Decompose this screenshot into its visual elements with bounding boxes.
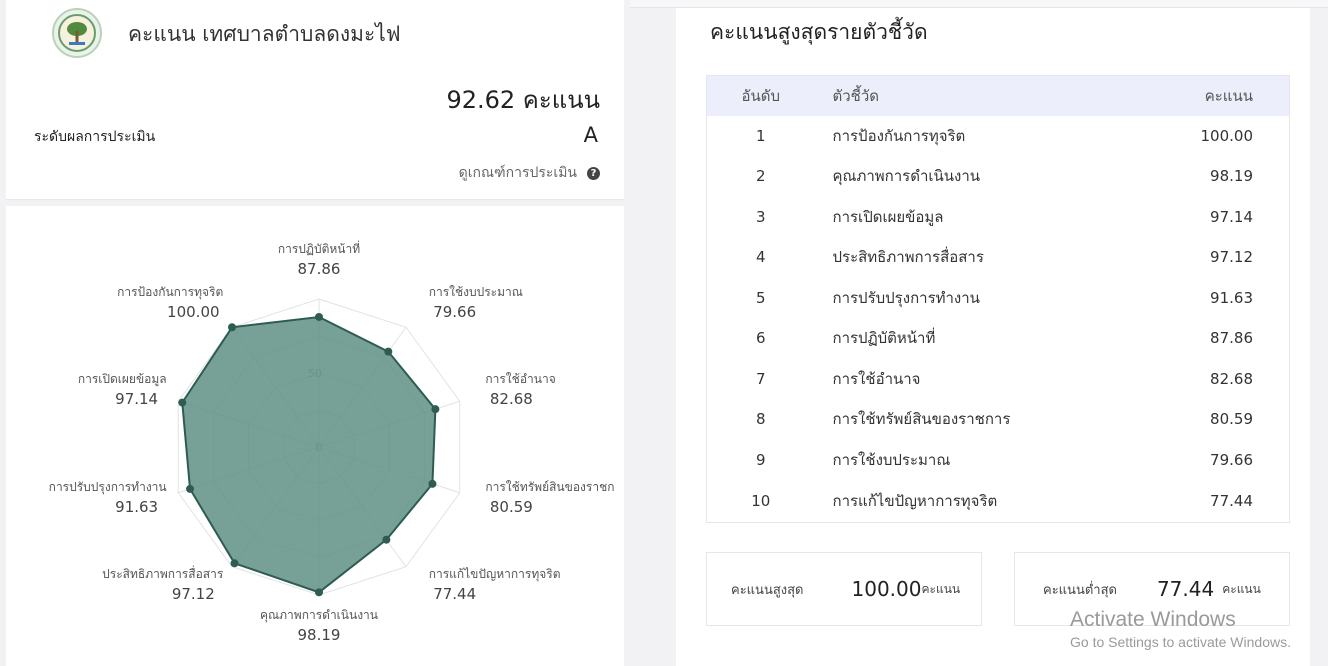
- radar-point: [315, 588, 323, 597]
- score-cell: 80.59: [1210, 410, 1253, 429]
- indicator-cell: การเปิดเผยข้อมูล: [832, 207, 944, 226]
- ranking-title: คะแนนสูงสุดรายตัวชี้วัด: [710, 20, 928, 44]
- header-indicator: ตัวชี้วัด: [832, 86, 880, 105]
- rank-cell: 10: [751, 491, 771, 510]
- radar-axis-value: 82.68: [490, 390, 533, 408]
- criteria-link[interactable]: ดูเกณฑ์การประเมิน ?: [459, 162, 600, 184]
- radar-axis-value: 87.86: [298, 260, 341, 278]
- table-row: 2 คุณภาพการดำเนินงาน 98.19: [707, 156, 1290, 197]
- radar-chart-card: 500การปฏิบัติหน้าที่87.86การใช้งบประมาณ7…: [6, 206, 624, 666]
- windows-activation-watermark: Activate Windows Go to Settings to activ…: [1070, 608, 1291, 650]
- score-cell: 82.68: [1210, 369, 1253, 388]
- table-row: 4 ประสิทธิภาพการสื่อสาร 97.12: [707, 237, 1290, 278]
- rank-cell: 1: [755, 126, 766, 145]
- radar-chart: 500การปฏิบัติหน้าที่87.86การใช้งบประมาณ7…: [49, 240, 615, 644]
- radar-axis-label: การปฏิบัติหน้าที่: [278, 240, 360, 256]
- max-score-label: คะแนนสูงสุด: [731, 582, 804, 598]
- radar-axis-label: การใช้อำนาจ: [485, 372, 555, 386]
- score-cell: 97.12: [1210, 248, 1253, 267]
- indicator-cell: ประสิทธิภาพการสื่อสาร: [832, 248, 984, 267]
- indicator-cell: การปรับปรุงการทำงาน: [832, 288, 980, 307]
- municipality-logo: [52, 8, 102, 58]
- table-row: 1 การป้องกันการทุจริต 100.00: [707, 116, 1290, 157]
- radar-axis-value: 97.14: [115, 390, 158, 408]
- min-score-unit: คะแนน: [1222, 581, 1261, 596]
- indicator-cell: การปฏิบัติหน้าที่: [832, 329, 936, 348]
- header-score: คะแนน: [1204, 86, 1253, 105]
- grade-value: A: [583, 123, 598, 147]
- score-cell: 91.63: [1210, 288, 1253, 307]
- score-cell: 97.14: [1210, 207, 1253, 226]
- radar-point: [178, 398, 187, 407]
- radar-point: [384, 347, 393, 356]
- radar-axis-label: การใช้งบประมาณ: [429, 285, 523, 299]
- radar-axis-value: 77.44: [433, 585, 476, 603]
- table-row: 9 การใช้งบประมาณ 79.66: [707, 440, 1290, 481]
- radar-axis-value: 79.66: [433, 303, 476, 321]
- score-cell: 100.00: [1200, 126, 1254, 145]
- min-score-label: คะแนนต่ำสุด: [1043, 582, 1117, 598]
- radar-axis-label: การเปิดเผยข้อมูล: [78, 372, 167, 387]
- rank-cell: 8: [755, 410, 766, 429]
- rank-cell: 5: [755, 288, 766, 307]
- indicator-cell: การแก้ไขปัญหาการทุจริต: [832, 491, 998, 510]
- top-divider: [630, 0, 1328, 8]
- rank-cell: 6: [755, 329, 766, 348]
- watermark-line1: Activate Windows: [1070, 608, 1236, 631]
- table-row: 7 การใช้อำนาจ 82.68: [707, 359, 1290, 400]
- radar-point: [382, 535, 391, 544]
- header-rank: อันดับ: [741, 86, 781, 105]
- grade-label: ระดับผลการประเมิน: [34, 129, 156, 145]
- criteria-link-label: ดูเกณฑ์การประเมิน: [458, 165, 577, 181]
- score-cell: 77.44: [1210, 491, 1253, 510]
- radar-point: [428, 479, 437, 488]
- score-cell: 87.86: [1210, 329, 1253, 348]
- indicator-cell: การป้องกันการทุจริต: [832, 126, 966, 145]
- ranking-table: อันดับ ตัวชี้วัด คะแนน 1 การป้องกันการทุจ…: [706, 75, 1290, 523]
- radar-axis-label: การป้องกันการทุจริต: [117, 285, 223, 300]
- ranking-card: คะแนนสูงสุดรายตัวชี้วัด อันดับ ตัวชี้วัด…: [676, 8, 1310, 666]
- min-score-value: 77.44: [1156, 577, 1215, 601]
- radar-point: [315, 312, 323, 321]
- rank-cell: 4: [755, 248, 766, 267]
- table-row: 3 การเปิดเผยข้อมูล 97.14: [707, 197, 1290, 238]
- radar-axis-value: 80.59: [490, 498, 533, 516]
- indicator-cell: การใช้งบประมาณ: [832, 450, 951, 469]
- score-summary-card: คะแนน เทศบาลตำบลดงมะไฟ 92.62 คะแนน ระดับ…: [6, 0, 624, 200]
- rank-cell: 2: [755, 167, 766, 186]
- rank-cell: 3: [755, 207, 766, 226]
- watermark-line2: Go to Settings to activate Windows.: [1070, 634, 1291, 650]
- score-cell: 79.66: [1210, 450, 1253, 469]
- radar-axis-label: ประสิทธิภาพการสื่อสาร: [102, 565, 224, 581]
- table-row: 5 การปรับปรุงการทำงาน 91.63: [707, 278, 1290, 319]
- radar-axis-label: คุณภาพการดำเนินงาน: [260, 608, 378, 623]
- radar-axis-label: การแก้ไขปัญหาการทุจริต: [429, 567, 561, 582]
- table-header-row: อันดับ ตัวชี้วัด คะแนน: [706, 75, 1290, 116]
- total-score: 92.62 คะแนน: [446, 86, 600, 114]
- radar-point: [230, 559, 239, 568]
- max-score-box: คะแนนสูงสุด 100.00 คะแนน: [706, 552, 982, 626]
- score-cell: 98.19: [1210, 167, 1253, 186]
- indicator-cell: การใช้อำนาจ: [832, 369, 921, 388]
- radar-point: [228, 323, 237, 332]
- radar-axis-value: 100.00: [167, 303, 220, 321]
- rank-cell: 9: [755, 450, 766, 469]
- rank-cell: 7: [755, 369, 766, 388]
- table-row: 8 การใช้ทรัพย์สินของราชการ 80.59: [707, 399, 1290, 440]
- radar-point: [186, 484, 195, 493]
- indicator-cell: คุณภาพการดำเนินงาน: [832, 167, 981, 186]
- max-score-value: 100.00: [851, 577, 922, 601]
- radar-axis-label: การใช้ทรัพย์สินของราชก: [485, 480, 614, 494]
- radar-axis-value: 98.19: [298, 626, 341, 644]
- radar-axis-label: การปรับปรุงการทำงาน: [49, 480, 167, 495]
- indicator-cell: การใช้ทรัพย์สินของราชการ: [832, 410, 1011, 429]
- radar-axis-value: 91.63: [115, 498, 158, 516]
- help-icon[interactable]: ?: [587, 166, 600, 180]
- table-row: 6 การปฏิบัติหน้าที่ 87.86: [707, 318, 1290, 359]
- table-row: 10 การแก้ไขปัญหาการทุจริต 77.44: [707, 480, 1290, 522]
- max-score-unit: คะแนน: [921, 581, 961, 596]
- radar-point: [431, 405, 440, 414]
- radar-axis-value: 97.12: [172, 585, 215, 603]
- page-title: คะแนน เทศบาลตำบลดงมะไฟ: [128, 22, 401, 46]
